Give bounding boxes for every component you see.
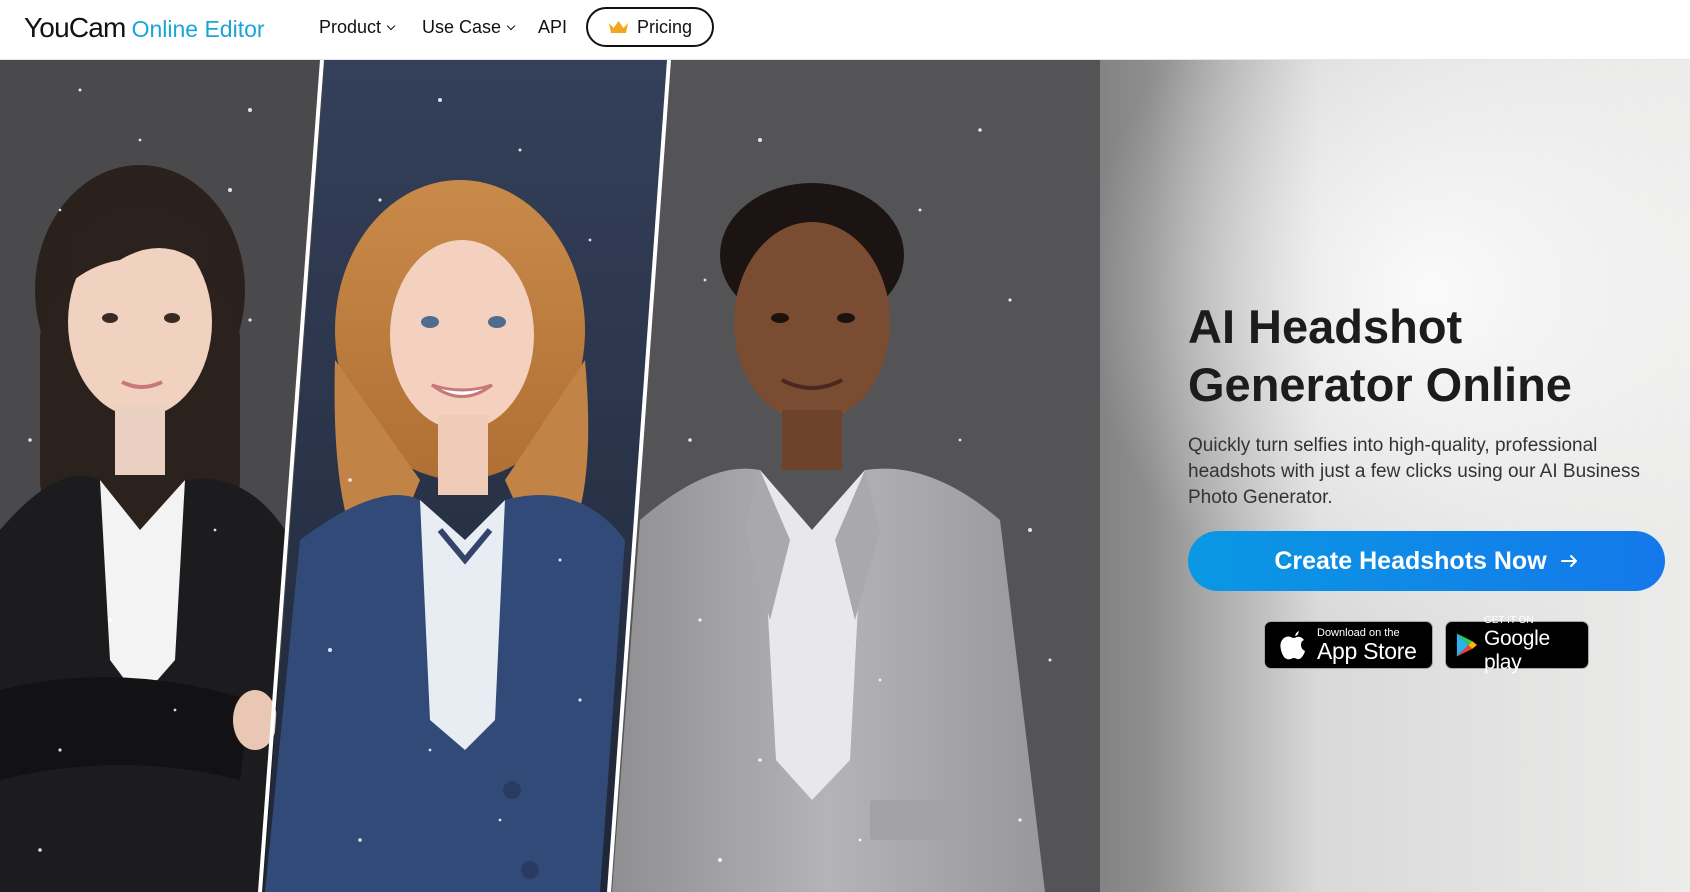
hero-title-line2: Generator Online — [1188, 358, 1572, 411]
app-store-big-text: App Store — [1317, 638, 1417, 664]
google-play-big-text: Google play — [1483, 627, 1550, 674]
nav-product[interactable]: Product — [319, 17, 396, 38]
pricing-label: Pricing — [636, 16, 693, 37]
top-navigation-bar: YouCam Online Editor Product Use Case API… — [0, 0, 1690, 60]
headshot-collage — [0, 60, 1100, 892]
nav-api[interactable]: API — [538, 17, 567, 38]
cta-label: Create Headshots Now — [1274, 546, 1547, 575]
pricing-button[interactable]: Pricing — [586, 7, 714, 47]
logo-subtitle: Online Editor — [131, 16, 265, 42]
hero-description: Quickly turn selfies into high-quality, … — [1188, 435, 1641, 508]
nav-api-label: API — [538, 17, 568, 37]
hero-title-line1: AI Headshot — [1188, 300, 1463, 353]
chevron-down-icon — [506, 21, 516, 31]
google-play-icon — [1456, 633, 1477, 657]
hero-title: AI Headshot Generator Online — [1188, 298, 1668, 414]
arrow-right-icon — [1560, 555, 1577, 567]
chevron-down-icon — [386, 21, 396, 31]
headshot-man-gray-suit — [611, 60, 1100, 892]
nav-product-label: Product — [319, 17, 382, 37]
nav-use-case-label: Use Case — [422, 17, 502, 37]
nav-use-case[interactable]: Use Case — [422, 17, 516, 38]
logo-wordmark: YouCam — [24, 12, 126, 43]
google-play-badge[interactable]: GET IT ON Google play — [1445, 615, 1589, 674]
apple-icon — [1280, 631, 1305, 660]
hero-section: AI Headshot Generator Online Quickly tur… — [0, 60, 1690, 892]
google-play-small-text: GET IT ON — [1483, 615, 1534, 626]
crown-icon — [608, 21, 628, 33]
youcam-logo[interactable]: YouCam Online Editor — [24, 12, 265, 44]
headshot-woman-navy-blazer — [263, 60, 668, 892]
app-store-badge[interactable]: Download on the App Store — [1264, 621, 1433, 669]
create-headshots-button[interactable]: Create Headshots Now — [1188, 531, 1665, 591]
